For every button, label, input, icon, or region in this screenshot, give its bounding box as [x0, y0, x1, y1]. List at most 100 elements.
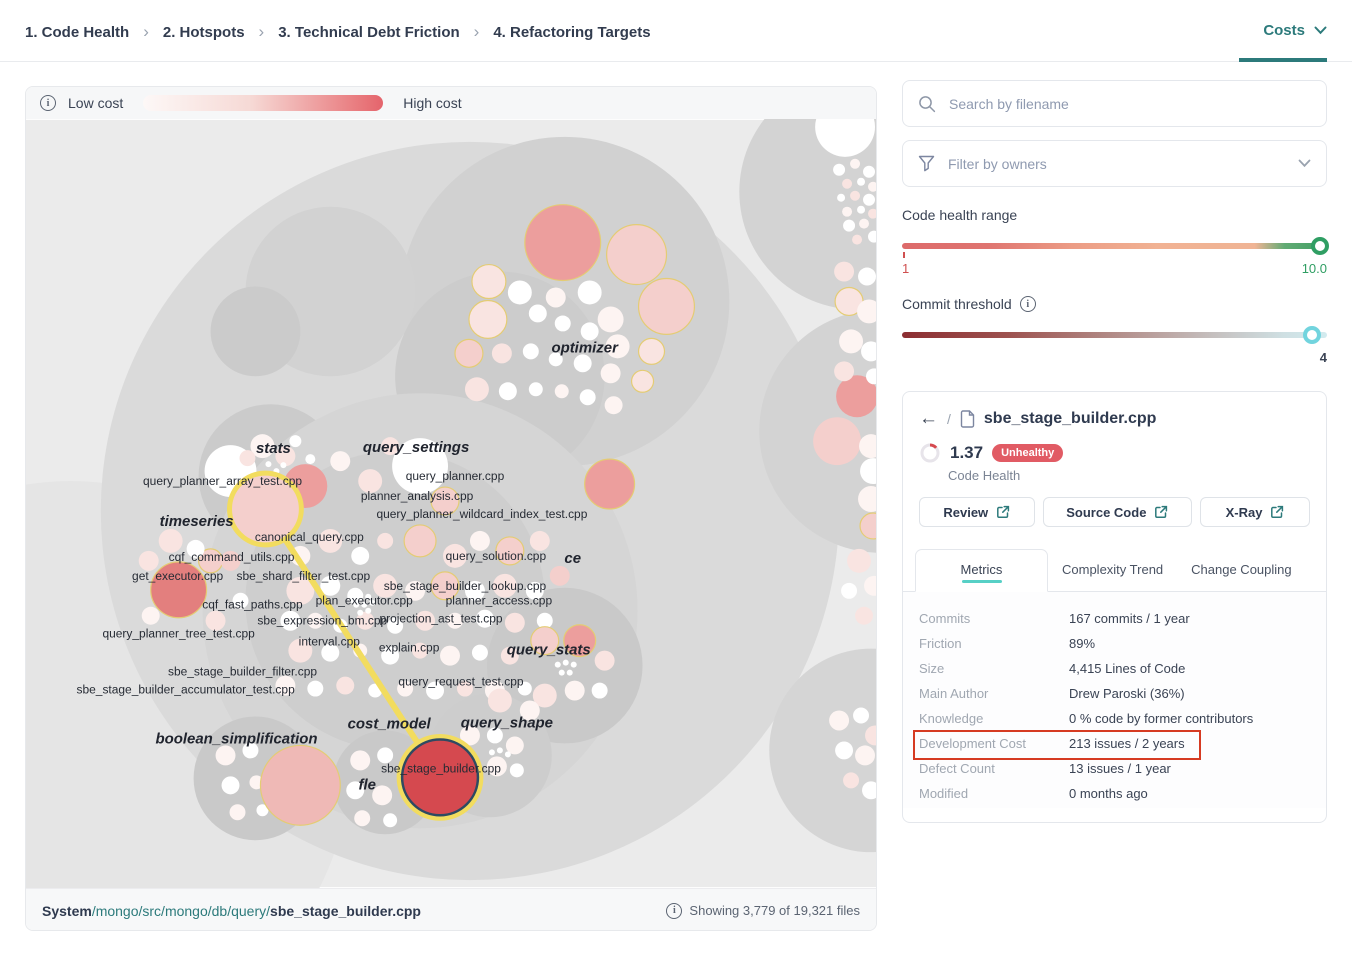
group-label: timeseries: [160, 513, 234, 530]
file-bubble: [555, 662, 561, 668]
file-bubble: [260, 745, 340, 825]
file-bubble: [465, 377, 489, 401]
file-bubble: [639, 338, 665, 364]
metrics-table: Commits167 commits / 1 yearFriction89%Si…: [903, 592, 1326, 808]
file-bubble: [550, 566, 570, 586]
back-button[interactable]: ←: [919, 409, 938, 428]
breadcrumb-step-4[interactable]: 4. Refactoring Targets: [493, 24, 650, 41]
breadcrumb-separator: ›: [474, 22, 480, 42]
metric-value: 0 months ago: [1069, 786, 1148, 801]
file-label: sbe_stage_builder.cpp: [381, 761, 501, 775]
tab-complexity-trend[interactable]: Complexity Trend: [1048, 550, 1177, 591]
filter-owners-dropdown[interactable]: Filter by owners: [902, 140, 1327, 187]
file-bubble: [404, 525, 436, 557]
files-shown-text: Showing 3,779 of 19,321 files: [689, 903, 860, 918]
group-label: cost_model: [348, 715, 432, 732]
file-bubble: [529, 304, 547, 322]
x-ray-button[interactable]: X-Ray: [1200, 497, 1310, 527]
metric-label: Size: [919, 661, 1069, 676]
file-bubble: [632, 370, 654, 392]
info-icon[interactable]: i: [1020, 296, 1036, 312]
breadcrumb-separator: ›: [259, 22, 265, 42]
group-label: query_settings: [363, 439, 469, 456]
file-label: query_request_test.cpp: [398, 675, 523, 689]
group-label: fle: [358, 776, 375, 793]
detail-tabs: MetricsComplexity TrendChange Coupling: [903, 549, 1326, 592]
commit-threshold-slider-track[interactable]: [902, 332, 1327, 338]
file-bubble: [605, 396, 623, 414]
file-label: sbe_stage_builder_lookup.cpp: [384, 579, 547, 593]
path-filename: sbe_stage_builder.cpp: [270, 903, 421, 919]
group-label: stats: [256, 440, 291, 457]
breadcrumb-step-3[interactable]: 3. Technical Debt Friction: [278, 24, 459, 41]
metric-row-modified: Modified0 months ago: [907, 781, 1322, 806]
file-bubble: [567, 670, 573, 676]
selected-file-path[interactable]: System/mongo/src/mongo/db/query/sbe_stag…: [42, 903, 421, 919]
file-label: cqf_fast_paths.cpp: [202, 598, 303, 612]
source-code-button[interactable]: Source Code: [1043, 497, 1193, 527]
file-label: plan_executor.cpp: [316, 594, 413, 608]
code-health-slider-track[interactable]: [902, 243, 1327, 249]
file-bubble: [472, 265, 506, 299]
group-label: ce: [564, 550, 581, 567]
info-icon[interactable]: i: [40, 95, 56, 111]
metric-row-knowledge: Knowledge0 % code by former contributors: [907, 706, 1322, 731]
file-bubble: [607, 225, 667, 285]
file-bubble: [857, 178, 865, 186]
breadcrumb-step-2[interactable]: 2. Hotspots: [163, 24, 245, 41]
costs-dropdown[interactable]: Costs: [1263, 22, 1327, 39]
breadcrumb-step-1[interactable]: 1. Code Health: [25, 24, 129, 41]
file-bubble: [289, 435, 301, 447]
file-bubble: [565, 681, 585, 701]
path-system-link[interactable]: System: [42, 903, 92, 919]
search-filename-input[interactable]: Search by filename: [902, 80, 1327, 127]
hotspot-map-panel: i Low cost High cost optimizer stats query…: [25, 86, 877, 931]
file-bubble: [305, 454, 315, 464]
controls-sidebar: Search by filename Filter by owners Code…: [902, 80, 1327, 823]
bubble-chart-svg[interactable]: optimizer stats query_settings timeseries ce…: [26, 119, 876, 888]
file-bubble: [863, 166, 875, 178]
code-health-score: 1.37: [950, 443, 983, 463]
file-bubble: [842, 179, 852, 189]
path-directories-link[interactable]: /mongo/src/mongo/db/query/: [92, 903, 270, 919]
file-bubble: [523, 343, 539, 359]
file-bubble: [505, 751, 511, 757]
file-bubble: [578, 281, 602, 305]
tab-change-coupling[interactable]: Change Coupling: [1177, 550, 1305, 591]
breadcrumb-slash: /: [947, 411, 951, 427]
chevron-down-icon: [1314, 26, 1327, 35]
search-placeholder: Search by filename: [949, 96, 1311, 112]
top-navigation-bar: 1. Code Health › 2. Hotspots › 3. Technical …: [0, 0, 1352, 62]
file-bubble: [847, 549, 871, 573]
commit-threshold-slider-handle[interactable]: [1303, 326, 1321, 344]
file-bubble: [377, 533, 393, 549]
legend-low-label: Low cost: [68, 95, 123, 111]
file-label: explain.cpp: [379, 641, 440, 655]
circle-packing-chart[interactable]: optimizer stats query_settings timeseries ce…: [26, 119, 876, 888]
group-label: optimizer: [551, 339, 619, 356]
review-button[interactable]: Review: [919, 497, 1035, 527]
breadcrumb-separator: ›: [143, 22, 149, 42]
code-health-max-value: 10.0: [1302, 261, 1327, 276]
slider-min-tick: [903, 252, 905, 258]
file-bubble: [835, 741, 853, 759]
file-bubble: [585, 459, 635, 509]
file-bubble: [855, 607, 873, 625]
metric-value: Drew Paroski (36%): [1069, 686, 1185, 701]
metric-value: 213 issues / 2 years: [1069, 736, 1185, 751]
file-label: planner_analysis.cpp: [361, 489, 474, 503]
file-bubble: [841, 583, 857, 599]
file-label: projection_ast_test.cpp: [379, 612, 502, 626]
cost-legend: i Low cost High cost: [26, 87, 876, 119]
file-bubble: [574, 354, 592, 372]
external-link-icon: [996, 505, 1010, 519]
search-icon: [918, 95, 936, 113]
tab-metrics[interactable]: Metrics: [915, 549, 1048, 592]
files-shown-status: i Showing 3,779 of 19,321 files: [666, 903, 860, 919]
file-bubble: [595, 651, 615, 671]
metric-value: 89%: [1069, 636, 1095, 651]
metric-label: Defect Count: [919, 761, 1069, 776]
metric-label: Main Author: [919, 686, 1069, 701]
code-health-slider-handle[interactable]: [1311, 237, 1329, 255]
info-icon[interactable]: i: [666, 903, 682, 919]
